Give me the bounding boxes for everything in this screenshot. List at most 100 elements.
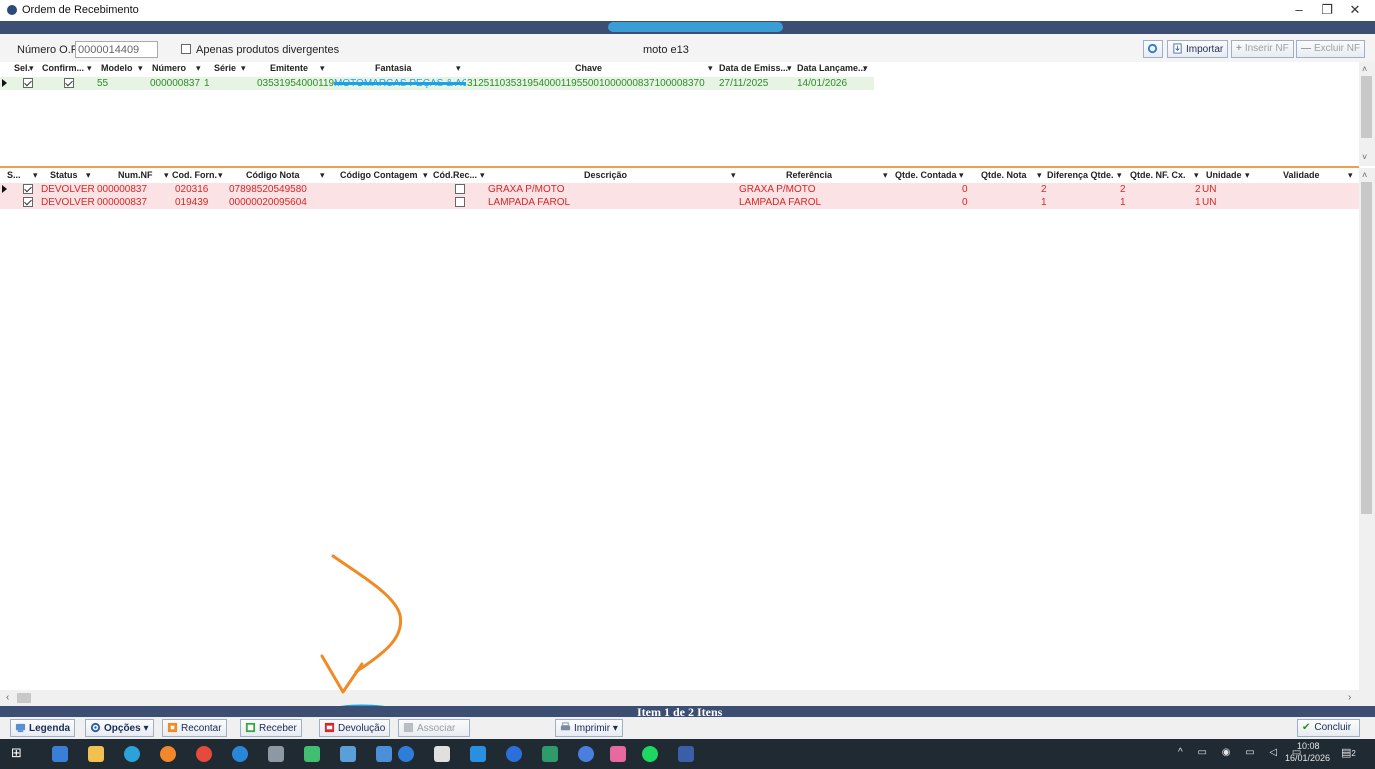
file-explorer-icon[interactable] <box>88 746 104 762</box>
cod-rec-checkbox[interactable] <box>455 197 465 207</box>
current-row-indicator <box>2 185 7 193</box>
excluir-nf-button[interactable]: — Excluir NF <box>1296 40 1366 58</box>
linux-icon[interactable] <box>434 746 450 762</box>
chevron-down-icon: ▾ <box>612 723 618 734</box>
col-confirm[interactable]: Confirm... <box>42 63 84 73</box>
col-status[interactable]: Status <box>50 170 78 180</box>
refresh-button[interactable] <box>1143 40 1163 58</box>
devolucao-button[interactable]: Devolução <box>319 719 391 737</box>
col-s[interactable]: S... <box>7 170 21 180</box>
calculator-icon[interactable] <box>268 746 284 762</box>
items-grid-hscroll[interactable]: ‹ › <box>0 690 1375 706</box>
select-checkbox[interactable] <box>23 184 33 194</box>
cell-fantasia: MOTOMARCAS PEÇAS & ACE <box>334 78 466 89</box>
col-numero[interactable]: Número <box>152 63 186 73</box>
cell-chave: 3125110353195400011955001000000837100008… <box>467 78 705 89</box>
item-row[interactable]: DEVOLVER 000000837 019439 00000020095604… <box>0 196 1359 209</box>
app-icon-9[interactable] <box>578 746 594 762</box>
scroll-thumb[interactable] <box>1361 182 1372 514</box>
windows-start-icon[interactable]: ⊞ <box>11 745 27 761</box>
sort-icon: ▾ <box>218 170 223 180</box>
app-icon-10[interactable] <box>610 746 626 762</box>
nf-grid-scrollbar[interactable]: ˄ ˅ <box>1359 62 1375 166</box>
return-icon <box>324 722 335 733</box>
window-titlebar: Ordem de Recebimento – ❐ ✕ <box>0 0 1375 21</box>
scroll-thumb[interactable] <box>1361 76 1372 138</box>
col-sel[interactable]: Sel. <box>14 63 30 73</box>
inserir-nf-button[interactable]: + Inserir NF <box>1231 40 1294 58</box>
edge-icon[interactable] <box>124 746 140 762</box>
col-serie[interactable]: Série <box>214 63 236 73</box>
col-modelo[interactable]: Modelo <box>101 63 133 73</box>
divergent-only-checkbox[interactable] <box>181 44 191 54</box>
sel-checkbox[interactable] <box>23 78 33 88</box>
importar-button[interactable]: Importar <box>1167 40 1229 58</box>
col-unidade[interactable]: Unidade <box>1206 170 1242 180</box>
nf-row[interactable]: 55 000000837 1 03531954000119 MOTOMARCAS… <box>0 77 874 90</box>
receive-icon <box>245 722 256 733</box>
scroll-down-icon[interactable]: ˅ <box>1362 152 1367 162</box>
spotify-icon[interactable] <box>642 746 658 762</box>
sort-icon: ▾ <box>480 170 485 180</box>
col-qtde-cx[interactable]: Qtde. NF. Cx. <box>1130 170 1186 180</box>
sort-icon: ▾ <box>787 63 792 73</box>
scroll-right-icon[interactable]: › <box>1348 692 1351 703</box>
app-icon-4[interactable] <box>304 746 320 762</box>
col-referencia[interactable]: Referência <box>786 170 832 180</box>
col-validade[interactable]: Validade <box>1283 170 1320 180</box>
col-qtde-contada[interactable]: Qtde. Contada <box>895 170 957 180</box>
cell-codigo-nota: 00000020095604 <box>229 197 307 208</box>
items-grid-header: S... ▾ Status ▾ Num.NF ▾ Cod. Forn. ▾ Có… <box>0 169 1359 182</box>
scroll-left-icon[interactable]: ‹ <box>6 692 9 703</box>
or-number-input[interactable] <box>75 41 158 58</box>
scroll-up-icon[interactable]: ˄ <box>1362 170 1367 180</box>
app-icon <box>7 5 17 15</box>
col-codigo-contagem[interactable]: Código Contagem <box>340 170 418 180</box>
search-icon[interactable] <box>160 746 176 762</box>
recontar-button[interactable]: Recontar <box>162 719 227 737</box>
cell-qtde-cx: 2 <box>1195 184 1201 195</box>
col-data-lancamento[interactable]: Data Lançame... <box>797 63 866 73</box>
app-icon-2[interactable] <box>196 746 212 762</box>
minimize-button[interactable]: – <box>1285 2 1313 18</box>
app-icon-5[interactable] <box>340 746 356 762</box>
col-qtde-nota[interactable]: Qtde. Nota <box>981 170 1027 180</box>
col-diferenca[interactable]: Diferença Qtde. <box>1047 170 1114 180</box>
vscode-icon[interactable] <box>470 746 486 762</box>
scroll-up-icon[interactable]: ˄ <box>1362 64 1367 74</box>
confirm-checkbox[interactable] <box>64 78 74 88</box>
app-icon-7[interactable] <box>506 746 522 762</box>
cell-qtde-cx: 1 <box>1195 197 1201 208</box>
cod-rec-checkbox[interactable] <box>455 184 465 194</box>
opcoes-button[interactable]: Opções ▾ <box>85 719 154 737</box>
receber-button[interactable]: Receber <box>240 719 302 737</box>
sort-icon: ▾ <box>241 63 246 73</box>
col-num-nf[interactable]: Num.NF <box>118 170 153 180</box>
concluir-button[interactable]: ✔ Concluir <box>1297 719 1360 737</box>
col-descricao[interactable]: Descrição <box>584 170 627 180</box>
item-row[interactable]: DEVOLVER 000000837 020316 07898520549580… <box>0 183 1359 196</box>
col-cod-forn[interactable]: Cod. Forn. <box>172 170 217 180</box>
select-checkbox[interactable] <box>23 197 33 207</box>
imprimir-button[interactable]: Imprimir ▾ <box>555 719 623 737</box>
app-icon-8[interactable] <box>542 746 558 762</box>
sort-icon: ▾ <box>86 170 91 180</box>
close-button[interactable]: ✕ <box>1341 2 1369 18</box>
notification-icon[interactable]: ▤2 <box>1341 746 1356 759</box>
col-emitente[interactable]: Emitente <box>270 63 308 73</box>
legenda-button[interactable]: Legenda <box>10 719 76 737</box>
hscroll-thumb[interactable] <box>17 693 31 703</box>
associar-button[interactable]: Associar <box>398 719 470 737</box>
restore-button[interactable]: ❐ <box>1313 2 1341 18</box>
col-data-emissao[interactable]: Data de Emiss... <box>719 63 788 73</box>
active-app-icon[interactable] <box>678 746 694 762</box>
maps-icon[interactable] <box>398 746 414 762</box>
items-grid-scrollbar[interactable]: ˄ <box>1359 168 1375 690</box>
col-fantasia[interactable]: Fantasia <box>375 63 412 73</box>
col-chave[interactable]: Chave <box>575 63 602 73</box>
app-icon-3[interactable] <box>232 746 248 762</box>
col-cod-rec[interactable]: Cód.Rec... <box>433 170 477 180</box>
app-icon-6[interactable] <box>376 746 392 762</box>
col-codigo-nota[interactable]: Código Nota <box>246 170 300 180</box>
app-icon-1[interactable] <box>52 746 68 762</box>
